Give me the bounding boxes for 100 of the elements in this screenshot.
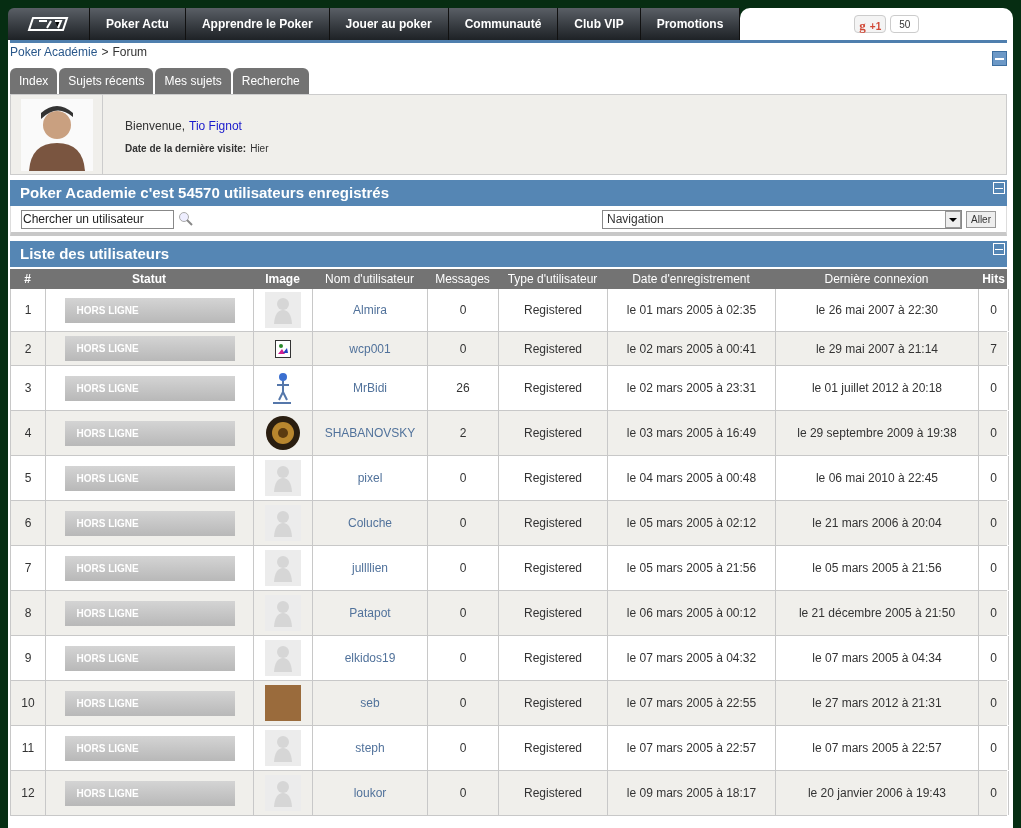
table-cell-text: le 06 mars 2005 à 00:12: [626, 605, 757, 622]
table-cell-text: 0: [459, 740, 467, 757]
table-cell-text: le 04 mars 2005 à 00:48: [626, 470, 757, 487]
username-link[interactable]: Patapot: [349, 604, 391, 622]
status-badge: HORS LIGNE: [64, 645, 235, 671]
table-cell-text: 3: [24, 380, 32, 397]
username-link[interactable]: Coluche: [348, 514, 392, 532]
table-cell-text: le 09 mars 2005 à 18:17: [626, 785, 757, 802]
username-link[interactable]: elkidos19: [344, 649, 396, 667]
table-cell-text: 0: [990, 785, 997, 802]
column-header[interactable]: Hits: [978, 269, 1009, 289]
search-icon[interactable]: [178, 211, 194, 227]
table-cell-text: 8: [24, 605, 32, 622]
table-cell-text: Registered: [524, 302, 582, 319]
column-header[interactable]: Image: [253, 269, 312, 289]
collapse-button[interactable]: [992, 51, 1007, 66]
greeting: Bienvenue,: [125, 118, 186, 135]
tab[interactable]: Index: [10, 68, 58, 94]
table-cell-text: le 21 décembre 2005 à 21:50: [798, 605, 956, 622]
table-cell-text: 0: [459, 560, 467, 577]
table-cell-text: le 05 mars 2005 à 02:12: [626, 515, 757, 532]
section-title: Poker Academie c'est 54570 utilisateurs enregistrés: [20, 182, 390, 203]
nav-link[interactable]: Poker Actu: [90, 8, 186, 40]
avatar-silhouette-icon: [265, 730, 301, 766]
table-cell-text: le 03 mars 2005 à 16:49: [626, 425, 757, 442]
table-cell-text: le 21 mars 2006 à 20:04: [812, 515, 942, 532]
table-cell-text: 10: [21, 695, 35, 712]
column-header[interactable]: Dernière connexion: [775, 269, 978, 289]
table-cell-text: 2: [459, 425, 467, 442]
table-cell-text: le 26 mai 2007 à 22:30: [815, 302, 939, 319]
table-cell-text: 26: [456, 380, 470, 397]
table-cell-text: le 29 mai 2007 à 21:14: [815, 340, 939, 358]
column-header[interactable]: Statut: [45, 269, 253, 289]
tab[interactable]: Mes sujets: [155, 68, 231, 94]
column-header[interactable]: Nom d'utilisateur: [312, 269, 427, 289]
username-link[interactable]: SHABANOVSKY: [324, 424, 416, 442]
tab[interactable]: Sujets récents: [59, 68, 154, 94]
username-link[interactable]: MrBidi: [353, 379, 387, 397]
username-link[interactable]: wcp001: [349, 339, 391, 358]
table-cell-text: 0: [990, 650, 997, 667]
username-link[interactable]: pixel: [357, 469, 383, 487]
table-cell-text: 0: [990, 515, 997, 532]
avatar-silhouette-icon: [265, 640, 301, 676]
status-badge: HORS LIGNE: [64, 690, 235, 716]
column-header[interactable]: #: [10, 269, 45, 289]
table-cell-text: le 07 mars 2005 à 22:57: [812, 740, 942, 757]
share-count: 50: [890, 15, 920, 33]
username-link[interactable]: Almira: [353, 301, 387, 319]
table-cell-text: 0: [990, 425, 997, 442]
nav-link[interactable]: Apprendre le Poker: [185, 8, 330, 40]
user-search-field[interactable]: Chercher un utilisateur: [21, 209, 174, 229]
table-cell-text: 0: [459, 605, 467, 622]
user-link[interactable]: Tio Fignot: [189, 117, 242, 135]
table-cell-text: 9: [24, 650, 32, 667]
table-cell-text: 1: [24, 302, 32, 319]
table-cell-text: 5: [24, 470, 32, 487]
table-cell-text: le 07 mars 2005 à 22:55: [626, 695, 757, 712]
plus-one-button[interactable]: g +1: [854, 15, 887, 33]
table-cell-text: le 06 mai 2010 à 22:45: [815, 470, 939, 487]
table-cell-text: 0: [990, 302, 997, 319]
table-cell-text: Registered: [524, 340, 582, 358]
go-button[interactable]: Aller: [966, 210, 996, 228]
nav-link[interactable]: Communauté: [448, 8, 559, 40]
table-cell-text: le 07 mars 2005 à 04:34: [812, 650, 942, 667]
status-badge: HORS LIGNE: [64, 336, 235, 361]
status-badge: HORS LIGNE: [64, 510, 235, 536]
round-emblem-icon: [265, 415, 301, 451]
table-cell-text: Registered: [524, 605, 582, 622]
table-cell-text: Registered: [524, 695, 582, 712]
nav-link[interactable]: Jouer au poker: [329, 8, 449, 40]
status-badge: HORS LIGNE: [64, 780, 235, 806]
username-link[interactable]: loukor: [353, 784, 387, 802]
table-cell-text: 0: [459, 695, 467, 712]
table-cell-text: 0: [990, 470, 997, 487]
last-visit-label: Date de la dernière visite:: [125, 142, 247, 156]
table-cell-text: Registered: [524, 515, 582, 532]
table-cell-text: 0: [990, 560, 997, 577]
column-header[interactable]: Date d'enregistrement: [607, 269, 775, 289]
username-link[interactable]: seb: [360, 694, 380, 712]
username-link[interactable]: jullllien: [352, 559, 388, 577]
table-cell-text: 4: [24, 425, 32, 442]
username-link[interactable]: steph: [355, 739, 385, 757]
tab[interactable]: Recherche: [232, 68, 309, 94]
avatar-silhouette-icon: [265, 292, 301, 328]
breadcrumb-link[interactable]: Poker Académie: [10, 43, 98, 61]
nav-link[interactable]: Club VIP: [558, 8, 641, 40]
table-cell-text: 6: [24, 515, 32, 532]
column-header[interactable]: Type d'utilisateur: [498, 269, 607, 289]
column-header[interactable]: Messages: [427, 269, 498, 289]
logo-icon[interactable]: [26, 16, 71, 32]
table-cell-text: le 29 septembre 2009 à 19:38: [797, 425, 957, 442]
table-cell-text: le 01 juillet 2012 à 20:18: [811, 380, 943, 397]
navigation-select[interactable]: Navigation: [602, 209, 962, 229]
status-badge: HORS LIGNE: [64, 465, 235, 491]
table-cell-text: 0: [990, 740, 997, 757]
table-cell-text: 0: [990, 605, 997, 622]
table-cell-text: 0: [459, 340, 467, 358]
table-cell-text: 11: [21, 740, 35, 757]
section-title: Liste des utilisateurs: [20, 243, 170, 264]
table-cell-text: le 01 mars 2005 à 02:35: [626, 302, 757, 319]
